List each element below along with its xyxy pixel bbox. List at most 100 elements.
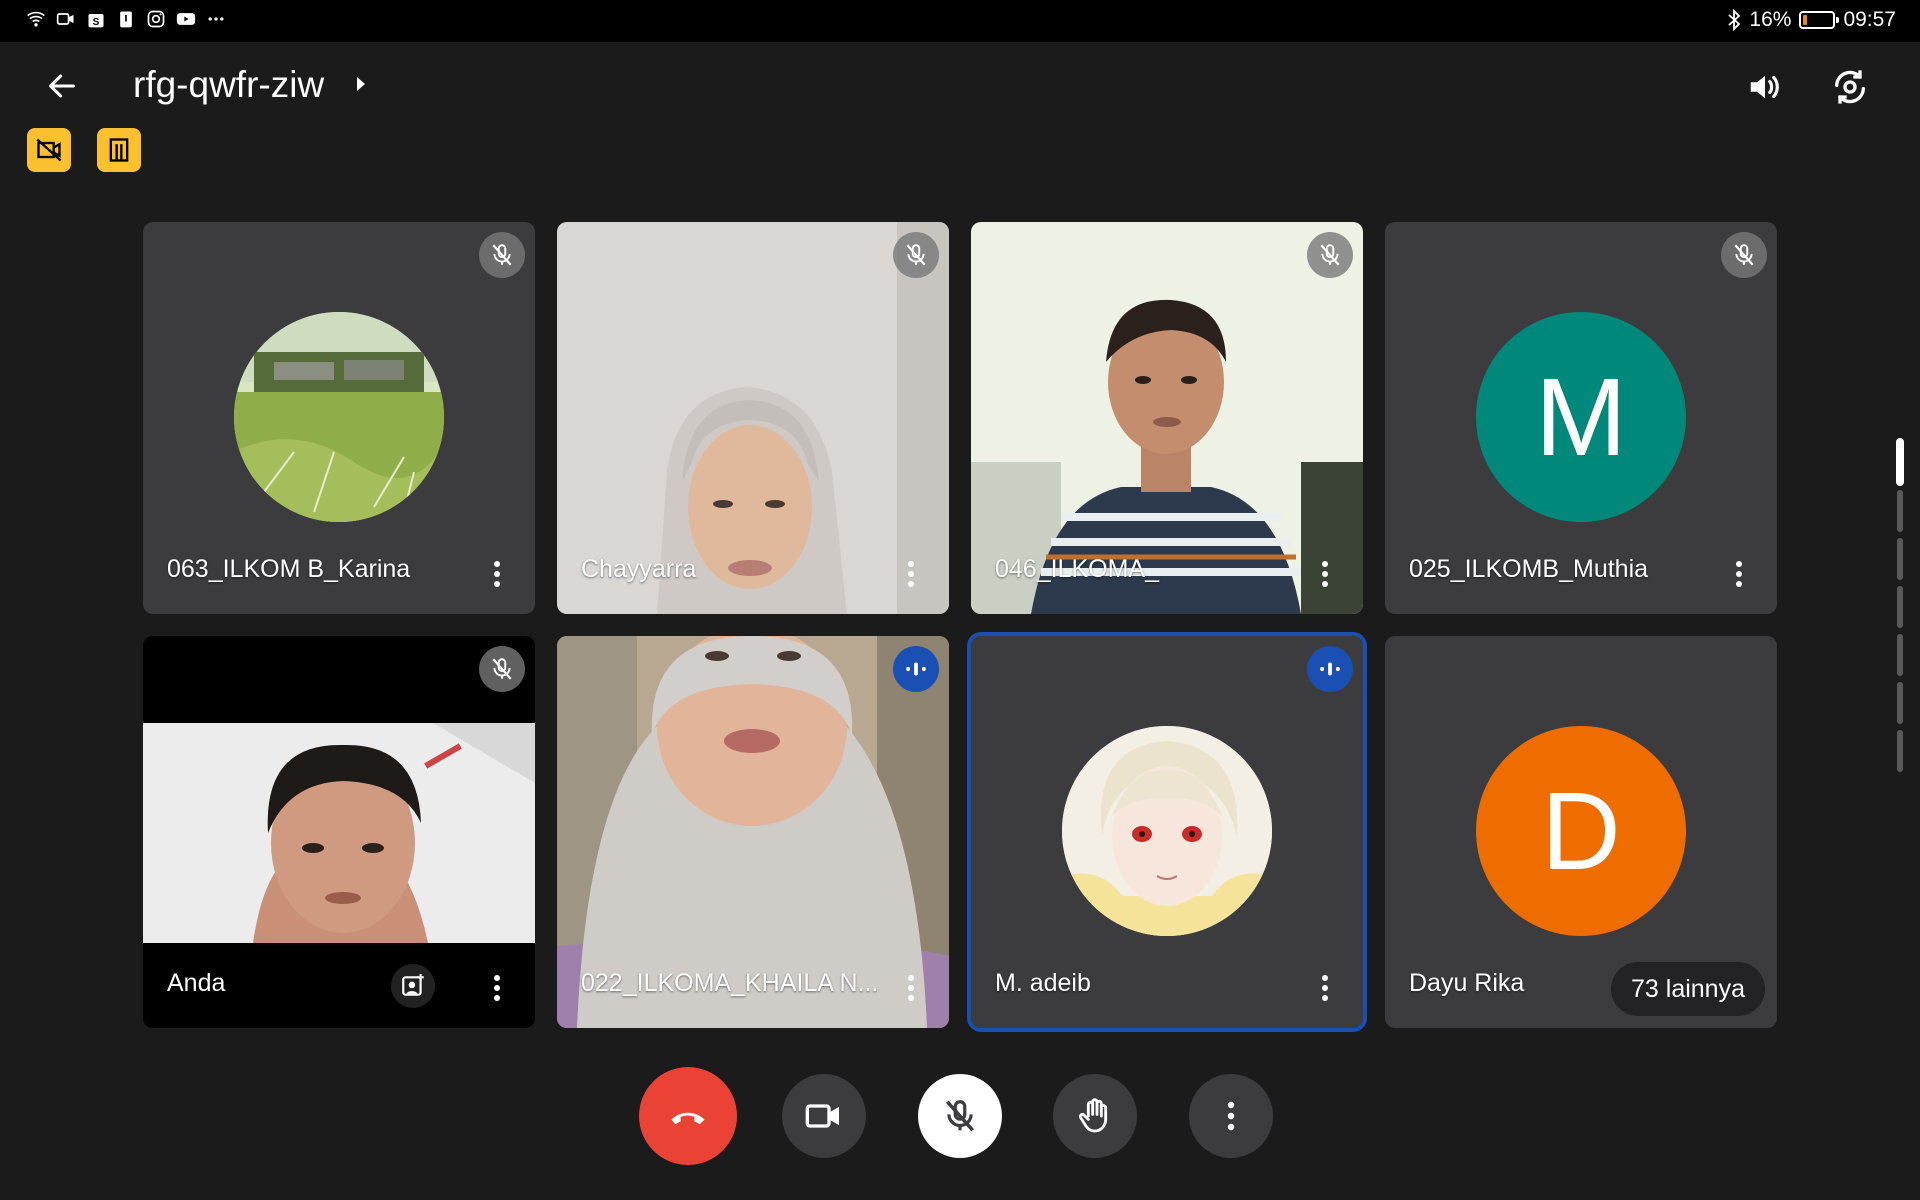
scrollbar-thumb[interactable]: [1896, 438, 1904, 486]
more-vert-icon: [494, 561, 500, 587]
no-video-badge[interactable]: [27, 128, 71, 172]
participant-tile[interactable]: 022_ILKOMA_KHAILA N...: [557, 636, 949, 1028]
participant-options-button[interactable]: [893, 554, 929, 594]
participant-name: 025_ILKOMB_Muthia: [1409, 555, 1649, 583]
meeting-code-title[interactable]: rfg-qwfr-ziw: [133, 64, 324, 106]
volume-icon: [1750, 75, 1779, 99]
more-options-button[interactable]: [1189, 1074, 1273, 1158]
audio-output-button[interactable]: [1740, 62, 1790, 112]
participant-tile[interactable]: D Dayu Rika 73 lainnya: [1385, 636, 1777, 1028]
battery-percent: 16%: [1749, 8, 1792, 31]
avatar-letter: M: [1535, 355, 1627, 479]
status-icons-right: 16% 09:57: [1727, 8, 1896, 32]
grass-photo-avatar: [234, 312, 444, 522]
more-vert-icon: [1322, 975, 1328, 1001]
scrollbar-track-segment: [1897, 586, 1903, 628]
participant-tile[interactable]: 063_ILKOM B_Karina: [143, 222, 535, 614]
video-camera-icon: [805, 1104, 839, 1128]
video-icon: [56, 13, 74, 25]
meeting-header: rfg-qwfr-ziw: [0, 42, 1920, 130]
participant-options-button[interactable]: [1307, 554, 1343, 594]
end-call-icon: [671, 1112, 705, 1125]
speaking-indicator: [893, 646, 939, 692]
end-call-button[interactable]: [639, 1067, 737, 1165]
scrollbar-track-segment: [1897, 634, 1903, 676]
caret-right-icon[interactable]: [354, 74, 368, 94]
participant-name: 022_ILKOMA_KHAILA N...: [581, 969, 879, 997]
audio-level-icon: [906, 662, 926, 676]
speaking-indicator: [1307, 646, 1353, 692]
participant-name: M. adeib: [995, 969, 1091, 997]
more-vert-icon: [908, 975, 914, 1001]
instagram-icon: [147, 10, 165, 28]
mic-muted-indicator: [893, 232, 939, 278]
mic-off-icon: [492, 244, 512, 266]
raise-hand-icon: [1078, 1098, 1108, 1133]
participant-name: 046_ILKOMA_: [995, 555, 1159, 583]
mic-muted-indicator: [479, 646, 525, 692]
scrollbar-track-segment: [1897, 682, 1903, 724]
participant-name: 063_ILKOM B_Karina: [167, 555, 411, 583]
switch-camera-icon: [1835, 70, 1865, 104]
mic-off-icon: [906, 244, 926, 266]
participant-tile-self[interactable]: Anda: [143, 636, 535, 1028]
no-video-icon: [36, 138, 62, 162]
avatar: [1062, 726, 1272, 936]
mic-muted-indicator: [479, 232, 525, 278]
more-vert-icon: [494, 975, 500, 1001]
mic-off-icon: [946, 1100, 974, 1132]
clipboard-icon: [120, 11, 132, 28]
participant-options-button[interactable]: [1721, 554, 1757, 594]
anime-photo-avatar: [1062, 726, 1272, 936]
mic-off-icon: [1734, 244, 1754, 266]
participant-options-button[interactable]: [479, 554, 515, 594]
call-controls: [0, 1067, 1920, 1174]
participant-options-button[interactable]: [1307, 968, 1343, 1008]
audio-level-icon: [1320, 662, 1340, 676]
more-vert-icon: [1322, 561, 1328, 587]
switch-camera-button[interactable]: [1825, 62, 1875, 112]
more-vert-icon: [1736, 561, 1742, 587]
battery-icon: [1799, 11, 1840, 29]
wifi-icon: [27, 11, 45, 27]
avatar: M: [1476, 312, 1686, 522]
page-scrollbar[interactable]: [1896, 438, 1904, 808]
avatar: D: [1476, 726, 1686, 936]
status-bar: S 16% 09:57: [0, 0, 1920, 42]
more-vert-icon: [908, 561, 914, 587]
more-participants-button[interactable]: 73 lainnya: [1611, 962, 1765, 1016]
bluetooth-icon: [1728, 9, 1741, 31]
clock: 09:57: [1843, 8, 1896, 31]
host-controls-badge[interactable]: [97, 128, 141, 172]
participant-name: Chayyarra: [581, 555, 697, 583]
back-button[interactable]: [40, 64, 84, 108]
avatar-letter: D: [1541, 769, 1621, 893]
more-dots-icon: [208, 17, 224, 21]
self-video: [143, 723, 535, 943]
building-icon: [109, 138, 129, 162]
participant-name: Dayu Rika: [1409, 969, 1525, 997]
mic-off-icon: [492, 658, 512, 680]
mic-muted-indicator: [1307, 232, 1353, 278]
toggle-mic-button[interactable]: [918, 1074, 1002, 1158]
participant-tile[interactable]: M 025_ILKOMB_Muthia: [1385, 222, 1777, 614]
mic-muted-indicator: [1721, 232, 1767, 278]
more-vert-icon: [1227, 1101, 1235, 1131]
toggle-camera-button[interactable]: [782, 1074, 866, 1158]
participant-options-button[interactable]: [893, 968, 929, 1008]
raise-hand-button[interactable]: [1053, 1074, 1137, 1158]
shop-icon: S: [88, 14, 104, 28]
add-to-screen-button[interactable]: [391, 964, 435, 1008]
mic-off-icon: [1320, 244, 1340, 266]
participant-tile-active[interactable]: M. adeib: [967, 632, 1367, 1032]
youtube-icon: [176, 13, 196, 25]
scrollbar-track-segment: [1897, 538, 1903, 580]
arrow-back-icon: [49, 74, 75, 98]
participant-tile[interactable]: Chayyarra: [557, 222, 949, 614]
participant-tile[interactable]: 046_ILKOMA_: [971, 222, 1363, 614]
add-person-frame-icon: [402, 974, 424, 996]
scrollbar-track-segment: [1897, 490, 1903, 532]
avatar: [234, 312, 444, 522]
svg-text:S: S: [93, 17, 100, 28]
participant-options-button[interactable]: [479, 968, 515, 1008]
